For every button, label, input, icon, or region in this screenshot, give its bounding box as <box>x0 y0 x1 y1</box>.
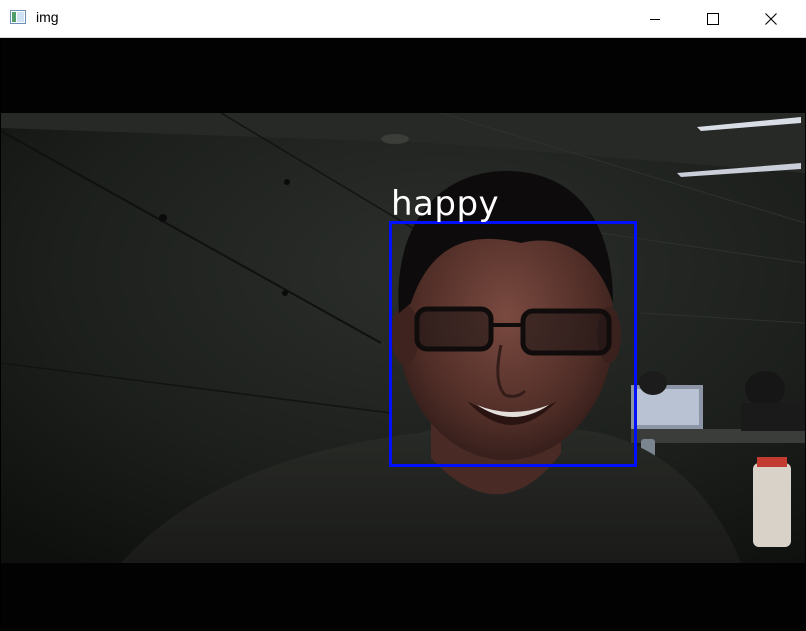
maximize-button[interactable] <box>690 0 736 37</box>
face-detection-overlay <box>389 221 637 467</box>
app-window: img happy <box>0 0 806 631</box>
minimize-icon <box>650 18 660 20</box>
maximize-icon <box>707 12 719 25</box>
title-bar[interactable]: img <box>0 0 806 38</box>
camera-frame: happy <box>1 38 805 631</box>
close-icon <box>765 12 777 25</box>
minimize-button[interactable] <box>632 0 678 37</box>
face-bounding-box <box>389 221 637 467</box>
window-title: img <box>36 9 59 25</box>
emotion-label: happy <box>391 184 500 224</box>
close-button[interactable] <box>748 0 794 37</box>
opencv-window-icon <box>10 10 26 24</box>
